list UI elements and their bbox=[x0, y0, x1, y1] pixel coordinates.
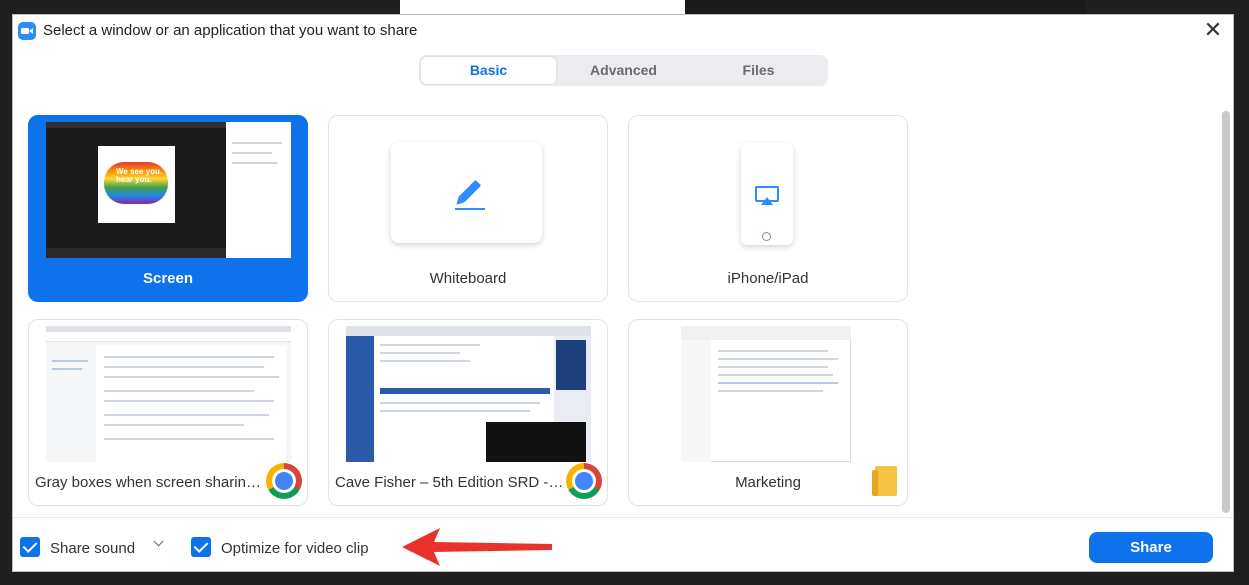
pencil-icon bbox=[455, 180, 485, 210]
share-option-screen[interactable]: We see you. hear you. Screen bbox=[28, 115, 308, 302]
share-option-window-docs[interactable]: Gray boxes when screen sharing i... bbox=[28, 319, 308, 506]
card-label-whiteboard: Whiteboard bbox=[429, 270, 507, 287]
cavefisher-window-thumbnail bbox=[346, 326, 591, 462]
tab-advanced[interactable]: Advanced bbox=[556, 57, 691, 84]
chevron-down-icon[interactable] bbox=[153, 536, 164, 547]
zoom-app-icon bbox=[18, 22, 36, 40]
share-option-window-marketing[interactable]: Marketing bbox=[628, 319, 908, 506]
tab-basic[interactable]: Basic bbox=[421, 57, 556, 84]
optimize-video-checkbox[interactable] bbox=[191, 537, 211, 557]
card-label-docs-window: Gray boxes when screen sharing i... bbox=[35, 474, 265, 491]
optimize-video-label: Optimize for video clip bbox=[221, 540, 369, 557]
folder-icon bbox=[872, 466, 897, 496]
annotation-arrow-icon bbox=[402, 528, 552, 566]
art-text: We see you. hear you. bbox=[116, 167, 163, 184]
window-title: Select a window or an application that y… bbox=[43, 22, 418, 39]
chrome-icon bbox=[266, 463, 302, 499]
share-dialog: Select a window or an application that y… bbox=[12, 14, 1234, 572]
iphone-preview bbox=[741, 143, 793, 245]
vertical-scrollbar[interactable] bbox=[1222, 111, 1230, 513]
card-label-iphone: iPhone/iPad bbox=[727, 270, 809, 287]
chrome-icon bbox=[566, 463, 602, 499]
title-bar: Select a window or an application that y… bbox=[13, 15, 1233, 47]
footer-bar: Share sound Optimize for video clip Shar… bbox=[13, 517, 1233, 573]
share-option-whiteboard[interactable]: Whiteboard bbox=[328, 115, 608, 302]
tab-bar: Basic Advanced Files bbox=[419, 55, 828, 86]
close-button[interactable]: ✕ bbox=[1201, 19, 1225, 43]
background-window-strip bbox=[400, 0, 685, 14]
share-button[interactable]: Share bbox=[1089, 532, 1213, 563]
tab-files[interactable]: Files bbox=[691, 57, 826, 84]
share-option-window-cavefisher[interactable]: Cave Fisher – 5th Edition SRD - G... bbox=[328, 319, 608, 506]
share-sound-label: Share sound bbox=[50, 540, 136, 557]
card-label-screen: Screen bbox=[142, 270, 194, 287]
share-option-iphone[interactable]: iPhone/iPad bbox=[628, 115, 908, 302]
home-button-icon bbox=[762, 232, 771, 241]
card-label-marketing: Marketing bbox=[735, 474, 801, 491]
airplay-icon bbox=[755, 186, 779, 205]
explorer-window-thumbnail bbox=[646, 326, 891, 462]
card-label-cavefisher-window: Cave Fisher – 5th Edition SRD - G... bbox=[335, 474, 565, 491]
share-sound-checkbox[interactable] bbox=[20, 537, 40, 557]
whiteboard-preview bbox=[391, 142, 542, 243]
docs-window-thumbnail bbox=[46, 326, 291, 462]
background-window-strip-dark bbox=[685, 0, 1085, 14]
screen-thumbnail: We see you. hear you. bbox=[46, 122, 291, 258]
